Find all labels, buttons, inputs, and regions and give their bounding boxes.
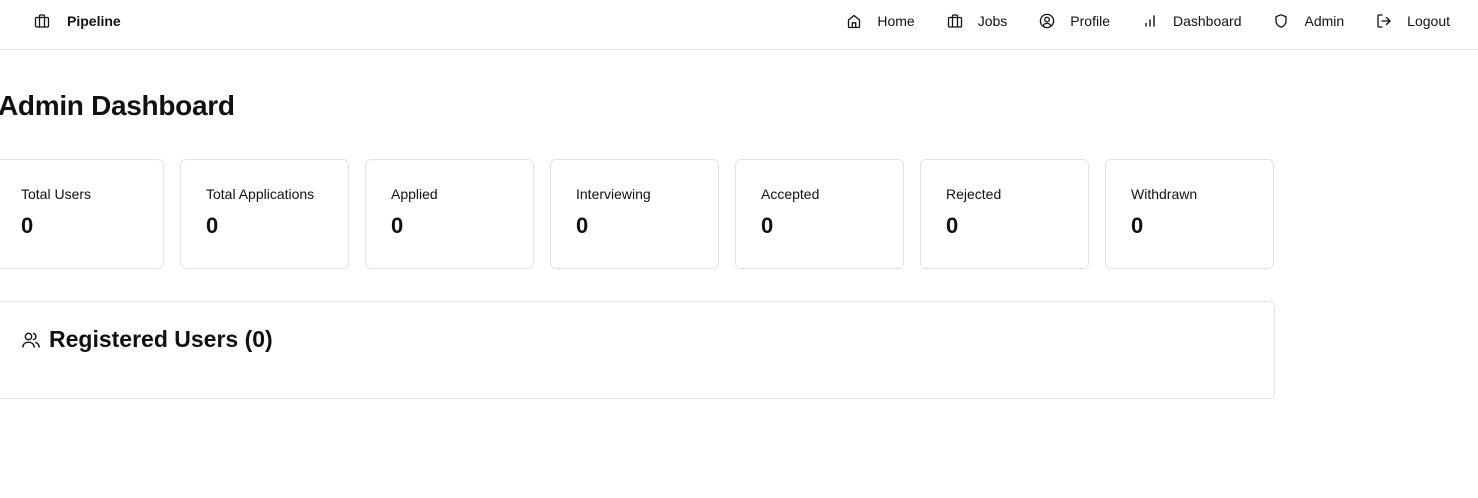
logout-icon [1376, 13, 1392, 29]
stat-card-total-users: Total Users 0 [0, 159, 164, 269]
bar-chart-icon [1142, 13, 1158, 29]
main-nav: Home Jobs Profile Dashboard Admin Logout [846, 13, 1450, 29]
page-title: Admin Dashboard [0, 90, 235, 121]
stat-label: Withdrawn [1131, 186, 1198, 202]
stat-card-interviewing: Interviewing 0 [550, 159, 719, 269]
nav-label-dashboard: Dashboard [1172, 13, 1242, 29]
home-icon [846, 13, 862, 29]
stat-label: Rejected [946, 186, 1002, 202]
shield-icon [1273, 13, 1289, 29]
nav-label-jobs: Jobs [977, 13, 1008, 29]
brand-name: Pipeline [67, 13, 121, 29]
stat-value: 0 [576, 213, 589, 238]
nav-label-home: Home [877, 13, 915, 29]
stat-card-accepted: Accepted 0 [735, 159, 904, 269]
brand-link[interactable]: Pipeline [34, 13, 121, 29]
stat-value: 0 [391, 213, 404, 238]
users-icon [21, 330, 41, 350]
nav-label-profile: Profile [1070, 13, 1110, 29]
stat-value: 0 [1131, 213, 1144, 238]
stat-card-withdrawn: Withdrawn 0 [1105, 159, 1274, 269]
stat-label: Total Applications [206, 186, 315, 202]
stat-card-rejected: Rejected 0 [920, 159, 1089, 269]
registered-users-heading: Registered Users (0) [21, 326, 273, 353]
registered-users-title: Registered Users (0) [49, 326, 273, 352]
briefcase-icon [34, 13, 50, 29]
stat-card-applied: Applied 0 [365, 159, 534, 269]
nav-item-admin[interactable]: Admin [1273, 13, 1344, 29]
nav-item-dashboard[interactable]: Dashboard [1142, 13, 1242, 29]
stat-label: Accepted [761, 186, 820, 202]
briefcase-icon [947, 13, 963, 29]
top-navigation-bar: Pipeline Home Jobs Profile Dashboard Adm… [0, 0, 1478, 50]
stat-value: 0 [946, 213, 959, 238]
stat-label: Total Users [21, 186, 92, 202]
stats-row: Total Users 0 Total Applications 0 Appli… [0, 159, 1274, 269]
nav-item-profile[interactable]: Profile [1039, 13, 1110, 29]
nav-label-logout: Logout [1407, 13, 1450, 29]
nav-item-jobs[interactable]: Jobs [947, 13, 1008, 29]
user-circle-icon [1039, 13, 1055, 29]
stat-label: Interviewing [576, 186, 651, 202]
stat-value: 0 [206, 213, 219, 238]
nav-item-home[interactable]: Home [846, 13, 915, 29]
stat-value: 0 [761, 213, 774, 238]
nav-item-logout[interactable]: Logout [1376, 13, 1450, 29]
registered-users-panel: Registered Users (0) [0, 301, 1275, 399]
stat-label: Applied [391, 186, 438, 202]
stat-card-total-applications: Total Applications 0 [180, 159, 349, 269]
stat-value: 0 [21, 213, 34, 238]
nav-label-admin: Admin [1304, 13, 1345, 29]
